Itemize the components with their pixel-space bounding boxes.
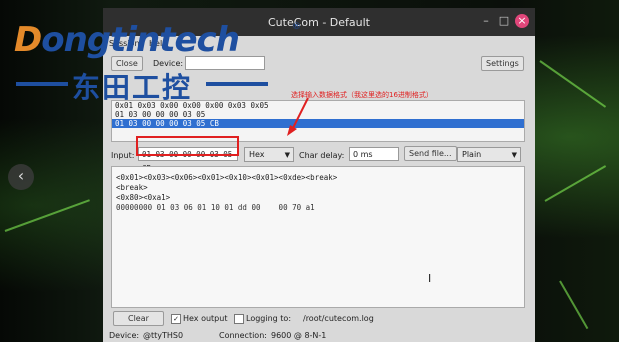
format-select[interactable]: Hex ▼ <box>244 147 294 162</box>
status-device-label: Device: <box>109 331 140 340</box>
text-cursor-icon: I <box>428 272 432 285</box>
status-connection-label: Connection: <box>219 331 267 340</box>
bottom-bar: Clear ✓ Hex output Logging to: /root/cut… <box>103 311 535 327</box>
input-label: Input: <box>111 151 135 160</box>
minimize-icon[interactable]: – <box>479 14 493 28</box>
settings-button[interactable]: Settings <box>481 56 524 71</box>
line-ending-value: Plain <box>462 150 482 159</box>
logo-line <box>206 82 268 86</box>
format-value: Hex <box>249 150 265 159</box>
output-line: <0x80><0xa1> <box>116 193 171 202</box>
logo-brand: Dongtintech <box>14 20 240 60</box>
line-ending-select[interactable]: Plain ▼ <box>457 147 521 162</box>
annotation-arrow <box>287 97 309 136</box>
output-area[interactable]: <0x01><0x03><0x06><0x01><0x10><0x01><0xd… <box>111 166 525 308</box>
highlight-box <box>136 136 239 156</box>
chevron-left-icon[interactable]: ‹ <box>8 164 34 190</box>
output-line: <break> <box>116 183 148 192</box>
chevron-down-icon: ▼ <box>511 151 517 159</box>
char-delay-input[interactable]: 0 ms <box>349 147 399 161</box>
output-line: 00000000 01 03 06 01 10 01 dd 00 00 70 a… <box>116 203 315 212</box>
watermark-logo: Dongtintech ® 东田工控 <box>14 20 314 104</box>
chevron-down-icon: ▼ <box>284 151 290 159</box>
hex-output-checkbox[interactable]: ✓ <box>171 314 181 324</box>
logo-chinese: 东田工控 <box>72 71 193 104</box>
char-delay-label: Char delay: <box>299 151 345 160</box>
status-connection-value: 9600 @ 8-N-1 <box>271 331 327 340</box>
history-item-selected[interactable]: 01 03 00 00 00 03 05 CB <box>112 119 524 128</box>
logging-checkbox[interactable] <box>234 314 244 324</box>
history-item[interactable]: 01 03 00 00 00 03 05 <box>112 110 524 119</box>
status-device-value: @ttyTHS0 <box>143 331 184 340</box>
output-line: <0x01><0x03><0x06><0x01><0x10><0x01><0xd… <box>116 173 338 182</box>
logo-line <box>16 82 68 86</box>
close-icon[interactable]: × <box>515 14 529 28</box>
status-bar: Device: @ttyTHS0 Connection: 9600 @ 8-N-… <box>103 330 535 342</box>
log-path[interactable]: /root/cutecom.log <box>303 314 374 323</box>
logging-label: Logging to: <box>246 314 292 323</box>
clear-button[interactable]: Clear <box>113 311 164 326</box>
maximize-icon[interactable]: □ <box>497 14 511 28</box>
hex-output-label: Hex output <box>183 314 228 323</box>
registered-mark: ® <box>292 22 301 32</box>
send-file-button[interactable]: Send file... <box>404 146 457 161</box>
